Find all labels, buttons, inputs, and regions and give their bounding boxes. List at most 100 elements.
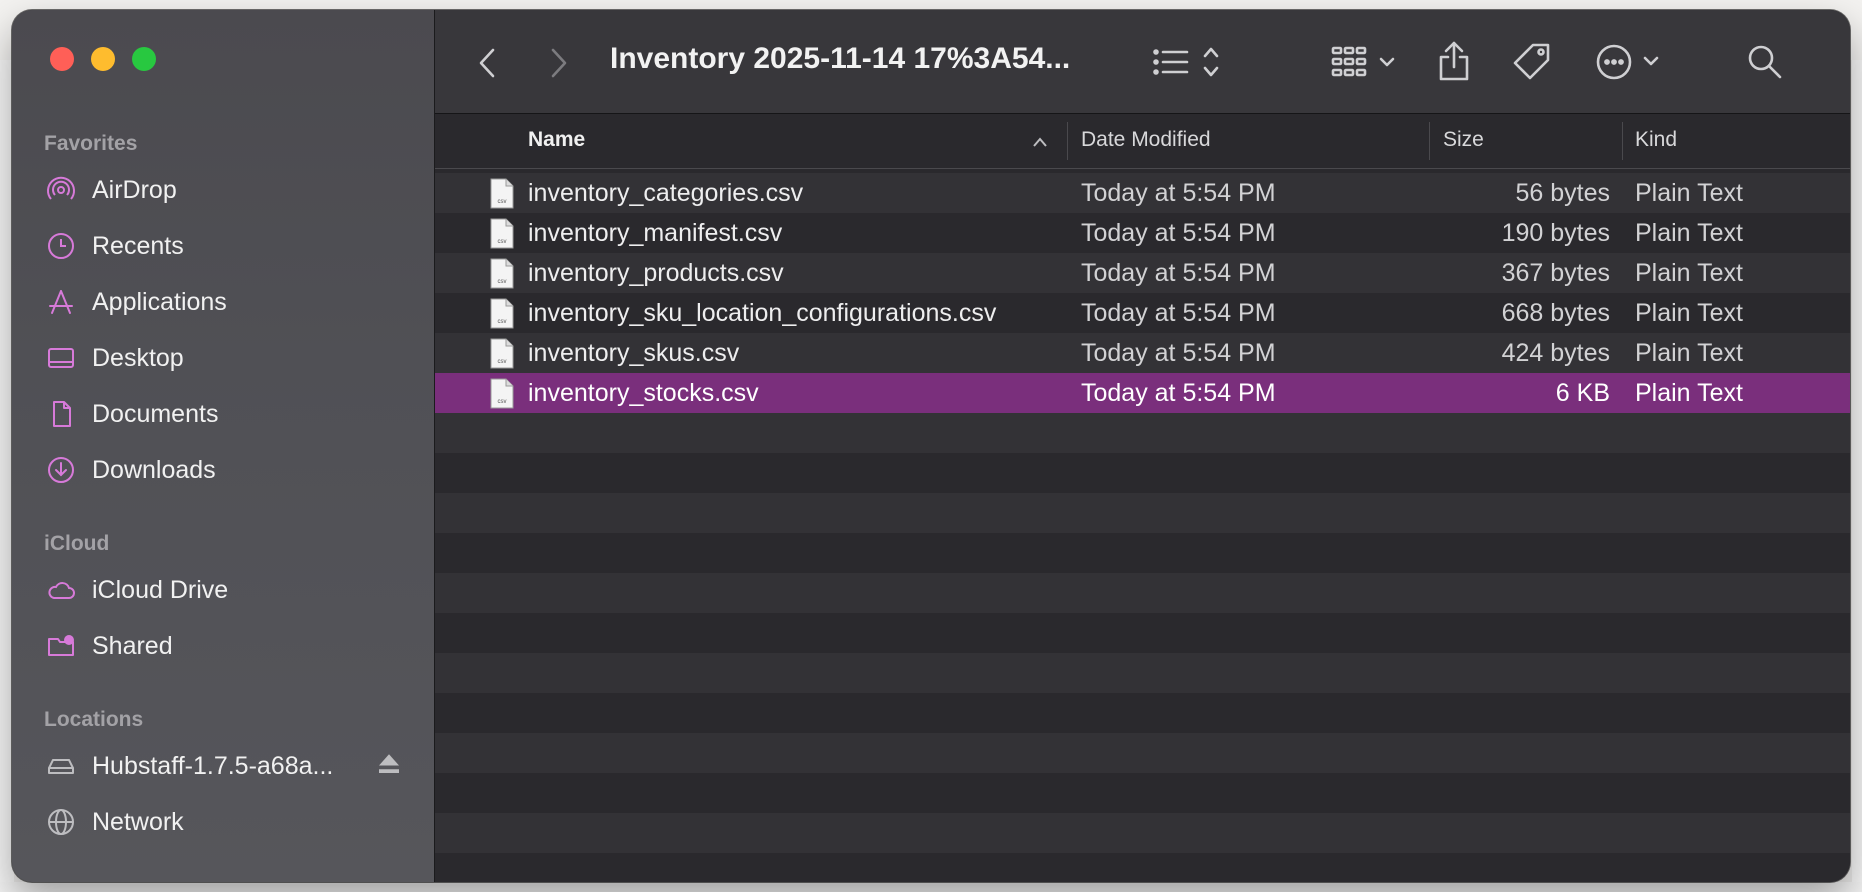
file-row[interactable]: csv inventory_products.csv Today at 5:54 P… — [435, 253, 1850, 293]
sidebar-item-documents[interactable]: Documents — [44, 391, 414, 437]
back-button[interactable] — [475, 46, 501, 85]
sidebar-item-airdrop[interactable]: AirDrop — [44, 167, 414, 213]
file-kind: Plain Text — [1635, 219, 1743, 247]
background-app-bottom — [0, 882, 1862, 892]
empty-row — [435, 653, 1850, 693]
sidebar-item-label: iCloud Drive — [92, 575, 229, 604]
column-date-modified[interactable]: Date Modified — [1081, 128, 1211, 152]
zoom-window-button[interactable] — [132, 47, 156, 71]
empty-row — [435, 493, 1850, 533]
file-kind: Plain Text — [1635, 299, 1743, 327]
search-icon — [1747, 44, 1783, 85]
file-icon-label: csv — [498, 319, 507, 325]
empty-row — [435, 453, 1850, 493]
sidebar-item-disk[interactable]: Hubstaff-1.7.5-a68a... — [44, 743, 414, 789]
column-name[interactable]: Name — [528, 128, 585, 152]
tag-icon — [1511, 42, 1553, 87]
file-size: 6 KB — [1555, 379, 1610, 407]
file-row[interactable]: csv inventory_skus.csv Today at 5:54 PM 424… — [435, 333, 1850, 373]
sidebar-item-label: Hubstaff-1.7.5-a68a... — [92, 751, 334, 780]
close-window-button[interactable] — [50, 47, 74, 71]
traffic-lights — [50, 47, 156, 71]
csv-file-icon: csv — [489, 218, 515, 249]
sidebar: Favorites AirDrop Recents Applications D… — [12, 10, 435, 882]
file-kind: Plain Text — [1635, 339, 1743, 367]
sidebar-item-label: Applications — [92, 287, 227, 316]
column-divider[interactable] — [1429, 122, 1430, 160]
sidebar-item-network[interactable]: Network — [44, 799, 414, 845]
file-name: inventory_products.csv — [528, 259, 784, 287]
file-kind: Plain Text — [1635, 179, 1743, 207]
file-date: Today at 5:54 PM — [1081, 179, 1276, 207]
file-kind: Plain Text — [1635, 379, 1743, 407]
file-row[interactable]: csv inventory_sku_location_configurations… — [435, 293, 1850, 333]
column-kind[interactable]: Kind — [1635, 128, 1677, 152]
eject-icon[interactable] — [374, 748, 404, 785]
finder-window: Favorites AirDrop Recents Applications D… — [12, 10, 1850, 882]
empty-row — [435, 813, 1850, 853]
group-button[interactable] — [1331, 44, 1401, 85]
shared-folder-icon — [44, 629, 78, 663]
csv-file-icon: csv — [489, 378, 515, 409]
ellipsis-circle-icon — [1595, 43, 1667, 86]
sidebar-item-label: Documents — [92, 399, 219, 428]
view-options-button[interactable] — [1151, 44, 1231, 85]
file-name: inventory_categories.csv — [528, 179, 804, 207]
toolbar: Inventory 2025-11-14 17%3A54... — [435, 10, 1850, 114]
background-app-right — [1852, 60, 1862, 892]
chevron-left-icon — [475, 46, 501, 85]
column-size[interactable]: Size — [1443, 128, 1484, 152]
column-header: Name Date Modified Size Kind — [435, 114, 1850, 169]
search-button[interactable] — [1747, 44, 1783, 85]
sidebar-item-label: Desktop — [92, 343, 184, 372]
main-pane: Inventory 2025-11-14 17%3A54... Name Dat… — [435, 10, 1850, 882]
column-divider[interactable] — [1067, 122, 1068, 160]
minimize-window-button[interactable] — [91, 47, 115, 71]
chevron-up-icon — [1031, 131, 1049, 155]
sidebar-item-label: Recents — [92, 231, 184, 260]
more-actions-button[interactable] — [1595, 43, 1667, 86]
share-button[interactable] — [1437, 40, 1471, 87]
empty-row — [435, 613, 1850, 653]
grid-icon — [1331, 44, 1401, 85]
window-title: Inventory 2025-11-14 17%3A54... — [610, 42, 1071, 75]
file-date: Today at 5:54 PM — [1081, 339, 1276, 367]
sidebar-item-label: Shared — [92, 631, 173, 660]
sidebar-item-downloads[interactable]: Downloads — [44, 447, 414, 493]
sidebar-item-label: Downloads — [92, 455, 216, 484]
file-date: Today at 5:54 PM — [1081, 259, 1276, 287]
empty-row — [435, 533, 1850, 573]
document-icon — [44, 397, 78, 431]
sidebar-item-icloud-drive[interactable]: iCloud Drive — [44, 567, 414, 613]
file-row[interactable]: csv inventory_manifest.csv Today at 5:54 P… — [435, 213, 1850, 253]
sidebar-item-applications[interactable]: Applications — [44, 279, 414, 325]
tags-button[interactable] — [1511, 42, 1553, 87]
sidebar-item-desktop[interactable]: Desktop — [44, 335, 414, 381]
cloud-icon — [44, 573, 78, 607]
file-size: 367 bytes — [1501, 259, 1610, 287]
file-icon-label: csv — [498, 279, 507, 285]
empty-row — [435, 773, 1850, 813]
desktop-icon — [44, 341, 78, 375]
file-row[interactable]: csv inventory_stocks.csv Today at 5:54 PM 6… — [435, 373, 1850, 413]
csv-file-icon: csv — [489, 338, 515, 369]
section-favorites: Favorites — [44, 132, 138, 155]
forward-button[interactable] — [545, 46, 571, 85]
file-size: 56 bytes — [1515, 179, 1610, 207]
file-list: csv inventory_categories.csv Today at 5:54… — [435, 173, 1850, 882]
share-icon — [1437, 40, 1471, 87]
csv-file-icon: csv — [489, 298, 515, 329]
sidebar-item-recents[interactable]: Recents — [44, 223, 414, 269]
file-kind: Plain Text — [1635, 259, 1743, 287]
sidebar-item-shared[interactable]: Shared — [44, 623, 414, 669]
csv-file-icon: csv — [489, 178, 515, 209]
file-date: Today at 5:54 PM — [1081, 379, 1276, 407]
globe-icon — [44, 805, 78, 839]
file-size: 424 bytes — [1501, 339, 1610, 367]
file-icon-label: csv — [498, 199, 507, 205]
column-divider[interactable] — [1622, 122, 1623, 160]
sidebar-item-label: AirDrop — [92, 175, 177, 204]
file-icon-label: csv — [498, 399, 507, 405]
file-row[interactable]: csv inventory_categories.csv Today at 5:54… — [435, 173, 1850, 213]
file-name: inventory_stocks.csv — [528, 379, 759, 407]
